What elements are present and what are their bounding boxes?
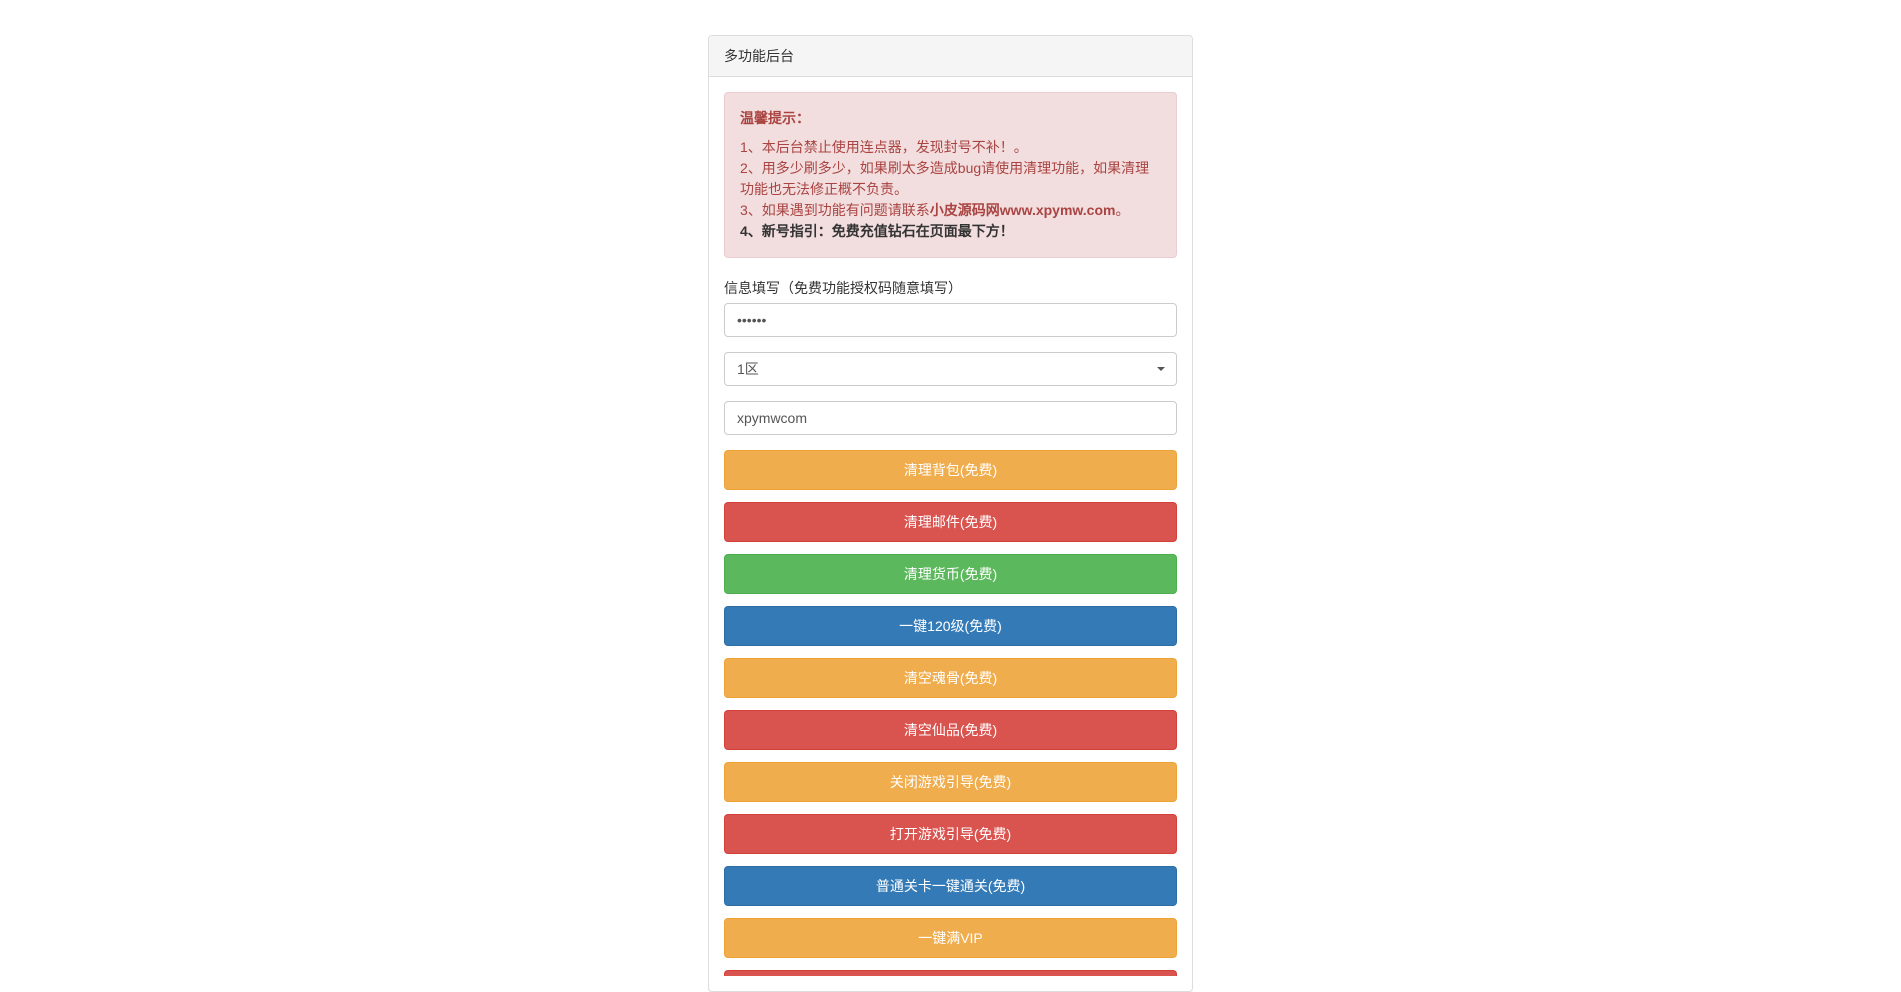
zone-select-wrapper: 1区: [724, 352, 1177, 386]
account-input[interactable]: [724, 401, 1177, 435]
open-guide-button[interactable]: 打开游戏引导(免费): [724, 814, 1177, 854]
panel-title: 多功能后台: [724, 48, 794, 64]
alert-line-3-prefix: 3、如果遇到功能有问题请联系: [740, 202, 930, 218]
alert-line-2: 2、用多少刷多少，如果刷太多造成bug请使用清理功能，如果清理功能也无法修正概不…: [740, 158, 1161, 200]
alert-line-1: 1、本后台禁止使用连点器，发现封号不补！。: [740, 137, 1161, 158]
alert-line-4: 4、新号指引：免费充值钻石在页面最下方！: [740, 221, 1161, 242]
next-button-edge: [724, 970, 1177, 976]
alert-title: 温馨提示：: [740, 108, 1161, 129]
level-120-button[interactable]: 一键120级(免费): [724, 606, 1177, 646]
clear-bag-button[interactable]: 清理背包(免费): [724, 450, 1177, 490]
clear-immortal-button[interactable]: 清空仙品(免费): [724, 710, 1177, 750]
alert-line-3: 3、如果遇到功能有问题请联系小皮源码网www.xpymw.com。: [740, 200, 1161, 221]
alert-line-3-suffix: 。: [1115, 202, 1129, 218]
clear-mail-button[interactable]: 清理邮件(免费): [724, 502, 1177, 542]
clear-currency-button[interactable]: 清理货币(免费): [724, 554, 1177, 594]
panel-header: 多功能后台: [709, 36, 1192, 77]
alert-contact-link[interactable]: 小皮源码网www.xpymw.com: [930, 202, 1116, 218]
panel-body: 温馨提示： 1、本后台禁止使用连点器，发现封号不补！。 2、用多少刷多少，如果刷…: [709, 77, 1192, 991]
warning-alert: 温馨提示： 1、本后台禁止使用连点器，发现封号不补！。 2、用多少刷多少，如果刷…: [724, 92, 1177, 258]
clear-stage-button[interactable]: 普通关卡一键通关(免费): [724, 866, 1177, 906]
clear-soulbone-button[interactable]: 清空魂骨(免费): [724, 658, 1177, 698]
max-vip-button[interactable]: 一键满VIP: [724, 918, 1177, 958]
close-guide-button[interactable]: 关闭游戏引导(免费): [724, 762, 1177, 802]
auth-code-input[interactable]: [724, 303, 1177, 337]
zone-select[interactable]: 1区: [724, 352, 1177, 386]
form-label: 信息填写（免费功能授权码随意填写）: [724, 278, 1177, 298]
main-panel: 多功能后台 温馨提示： 1、本后台禁止使用连点器，发现封号不补！。 2、用多少刷…: [708, 35, 1193, 992]
